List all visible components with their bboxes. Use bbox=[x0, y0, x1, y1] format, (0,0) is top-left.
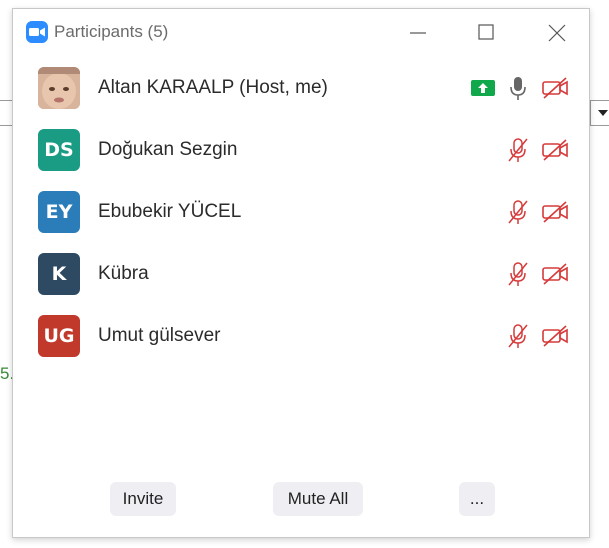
mute-all-button[interactable]: Mute All bbox=[273, 482, 363, 516]
avatar: EY bbox=[38, 191, 80, 233]
video-off-icon[interactable] bbox=[541, 76, 569, 100]
invite-button[interactable]: Invite bbox=[110, 482, 176, 516]
participant-row[interactable]: EY Ebubekir YÜCEL bbox=[13, 182, 589, 242]
participant-name: Doğukan Sezgin bbox=[98, 139, 238, 160]
zoom-app-icon bbox=[26, 21, 48, 43]
video-off-icon[interactable] bbox=[541, 200, 569, 224]
participant-row[interactable]: DS Doğukan Sezgin bbox=[13, 120, 589, 180]
microphone-icon[interactable] bbox=[507, 75, 529, 101]
close-button[interactable] bbox=[545, 21, 569, 45]
maximize-button[interactable] bbox=[474, 21, 498, 45]
close-icon bbox=[548, 24, 566, 42]
microphone-muted-icon[interactable] bbox=[507, 261, 529, 287]
avatar: K bbox=[38, 253, 80, 295]
participant-row[interactable]: UG Umut gülsever bbox=[13, 306, 589, 366]
title-bar[interactable]: Participants (5) bbox=[13, 9, 589, 55]
window-title: Participants (5) bbox=[54, 22, 169, 41]
minimize-icon bbox=[410, 32, 426, 34]
participant-name: Umut gülsever bbox=[98, 325, 221, 346]
participants-window: Participants (5) Altan KARAALP (Host, me… bbox=[12, 8, 590, 538]
participant-row[interactable]: Altan KARAALP (Host, me) bbox=[13, 58, 589, 118]
minimize-button[interactable] bbox=[406, 21, 430, 45]
video-off-icon[interactable] bbox=[541, 138, 569, 162]
participant-name: Ebubekir YÜCEL bbox=[98, 201, 242, 222]
participant-name: Kübra bbox=[98, 263, 149, 284]
microphone-muted-icon[interactable] bbox=[507, 137, 529, 163]
video-off-icon[interactable] bbox=[541, 324, 569, 348]
avatar: UG bbox=[38, 315, 80, 357]
microphone-muted-icon[interactable] bbox=[507, 199, 529, 225]
screen-share-icon bbox=[471, 80, 495, 96]
dropdown-arrow-icon bbox=[598, 110, 608, 116]
avatar: DS bbox=[38, 129, 80, 171]
participant-row[interactable]: K Kübra bbox=[13, 244, 589, 304]
avatar-photo bbox=[38, 67, 80, 109]
participant-name: Altan KARAALP (Host, me) bbox=[98, 77, 328, 98]
video-off-icon[interactable] bbox=[541, 262, 569, 286]
maximize-icon bbox=[478, 24, 494, 40]
more-options-button[interactable]: ... bbox=[459, 482, 495, 516]
microphone-muted-icon[interactable] bbox=[507, 323, 529, 349]
